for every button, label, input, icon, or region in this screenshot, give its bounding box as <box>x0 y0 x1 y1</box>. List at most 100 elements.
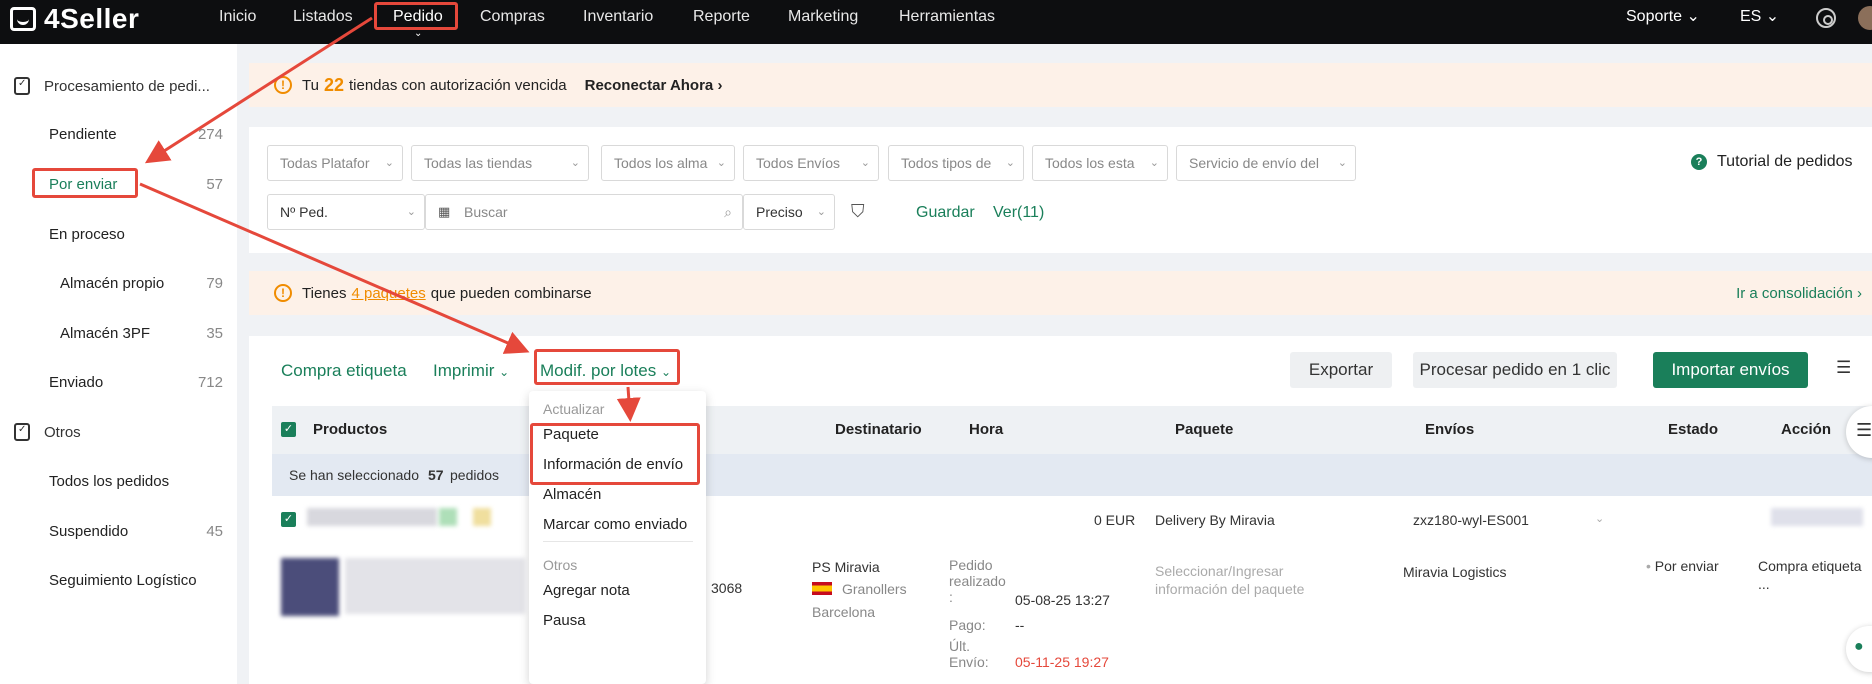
search-input[interactable]: ▦ Buscar ⌕ <box>425 194 743 230</box>
reconnect-link[interactable]: Reconectar Ahora › <box>585 77 723 94</box>
select-value: zxz180-wyl-ES001 <box>1413 512 1529 528</box>
row-more-link[interactable]: ... <box>1758 576 1770 592</box>
selected-count: 57 <box>428 467 444 483</box>
nav-compras[interactable]: Compras <box>480 0 545 34</box>
sidebar-count: 57 <box>206 176 223 193</box>
sidebar-group-otros[interactable]: Otros <box>14 423 81 441</box>
combine-banner: ! Tienes 4 paquetes que pueden combinars… <box>249 271 1872 315</box>
sidebar-item-seguimiento[interactable]: Seguimiento Logístico <box>49 572 197 589</box>
auth-expired-banner: ! Tu 22 tiendas con autorización vencida… <box>249 63 1872 107</box>
recipient-name: PS Miravia <box>812 559 880 575</box>
scan-icon: ▦ <box>438 204 451 219</box>
sidebar-item-almacen-propio[interactable]: Almacén propio <box>60 275 164 292</box>
chevron-down-icon: ⌄ <box>1337 157 1347 169</box>
gear-icon[interactable] <box>1816 8 1836 28</box>
tutorial-label: Tutorial de pedidos <box>1717 153 1853 170</box>
chevron-down-icon: ⌄ <box>1005 157 1015 169</box>
clipboard-icon <box>14 423 30 441</box>
search-icon: ⌕ <box>724 204 732 220</box>
selected-suffix: pedidos <box>450 467 500 483</box>
sidebar-item-suspendido[interactable]: Suspendido <box>49 523 128 540</box>
package-input[interactable]: Seleccionar/Ingresar información del paq… <box>1155 562 1355 598</box>
blurred-product-header <box>473 508 491 526</box>
avatar[interactable] <box>1858 6 1872 30</box>
store-select[interactable]: Todas las tiendas ⌄ <box>411 145 589 181</box>
annotation-box-por-enviar <box>32 168 138 198</box>
nav-herramientas[interactable]: Herramientas <box>899 0 995 34</box>
sidebar-count: 45 <box>206 523 223 540</box>
import-button[interactable]: Importar envíos <box>1653 352 1808 388</box>
view-button[interactable]: Ver(11) <box>993 204 1044 222</box>
select-value: Servicio de envío del <box>1189 155 1319 171</box>
bag-icon <box>10 7 36 31</box>
sidebar-item-pendiente[interactable]: Pendiente <box>49 126 117 143</box>
sidebar-item-todos[interactable]: Todos los pedidos <box>49 473 169 490</box>
shipping-select[interactable]: Todos Envíos ⌄ <box>743 145 879 181</box>
packages-link[interactable]: 4 paquetes <box>351 285 425 302</box>
consolidation-link[interactable]: Ir a consolidación › <box>1736 285 1862 302</box>
support-menu[interactable]: Soporte ⌄ <box>1626 0 1700 34</box>
row-checkbox[interactable]: ✓ <box>281 512 296 527</box>
time-value-ship: 05-11-25 19:27 <box>1015 654 1109 670</box>
sidebar-count: 712 <box>197 374 223 391</box>
warning-icon: ! <box>274 284 292 302</box>
service-select[interactable]: Servicio de envío del ⌄ <box>1176 145 1356 181</box>
time-label-order: Pedido realizado : <box>949 557 1006 605</box>
platform-select[interactable]: Todas Platafor ⌄ <box>267 145 403 181</box>
dropdown-item-almacen[interactable]: Almacén <box>543 486 601 503</box>
chevron-down-icon: ⌄ <box>1595 513 1605 525</box>
warehouse-select[interactable]: Todos los alma ⌄ <box>601 145 735 181</box>
banner-text: que pueden combinarse <box>430 284 592 302</box>
sidebar-item-almacen-3pf[interactable]: Almacén 3PF <box>60 325 150 342</box>
expired-count: 22 <box>323 74 344 95</box>
blurred-product-header <box>439 508 457 526</box>
nav-inicio[interactable]: Inicio <box>219 0 256 34</box>
search-type-select[interactable]: Nº Ped. ⌄ <box>267 194 425 230</box>
annotation-box-batch <box>534 349 680 385</box>
one-click-button[interactable]: Procesar pedido en 1 clic <box>1413 352 1617 388</box>
select-value: Preciso <box>756 204 803 220</box>
clipboard-icon <box>14 77 30 95</box>
status-select[interactable]: Todos los esta ⌄ <box>1032 145 1168 181</box>
chevron-down-icon: ⌄ <box>816 206 826 218</box>
export-button[interactable]: Exportar <box>1290 352 1392 388</box>
row-buy-label-link[interactable]: Compra etiqueta <box>1758 558 1862 574</box>
type-select[interactable]: Todos tipos de ⌄ <box>888 145 1024 181</box>
col-productos: Productos <box>313 421 388 438</box>
language-label: ES <box>1740 8 1762 25</box>
filter-icon[interactable]: ⛉ <box>851 201 865 222</box>
select-all-checkbox[interactable]: ✓ <box>281 422 296 437</box>
nav-listados[interactable]: Listados <box>293 0 353 34</box>
dropdown-divider <box>543 541 693 542</box>
col-destinatario: Destinatario <box>835 421 922 438</box>
tutorial-link[interactable]: ? Tutorial de pedidos <box>1691 153 1853 171</box>
sidebar-group-processing[interactable]: Procesamiento de pedi... <box>14 77 210 95</box>
select-value: Todos tipos de <box>901 155 992 171</box>
blurred-action <box>1771 508 1863 526</box>
sidebar-count: 79 <box>206 275 223 292</box>
dropdown-item-pausa[interactable]: Pausa <box>543 612 586 629</box>
blurred-product-header <box>307 508 437 526</box>
group-warehouse-select[interactable]: zxz180-wyl-ES001 ⌄ <box>1413 512 1604 528</box>
dropdown-item-marcar-enviado[interactable]: Marcar como enviado <box>543 516 687 533</box>
support-label: Soporte <box>1626 8 1683 25</box>
nav-inventario[interactable]: Inventario <box>583 0 653 34</box>
brand-logo[interactable]: 4Seller <box>10 3 139 35</box>
sidebar-item-enviado[interactable]: Enviado <box>49 374 103 391</box>
nav-reporte[interactable]: Reporte <box>693 0 750 34</box>
select-value: Todos los esta <box>1045 155 1135 171</box>
sidebar-item-en-proceso[interactable]: En proceso <box>49 226 125 243</box>
save-button[interactable]: Guardar <box>916 204 975 222</box>
print-menu[interactable]: Imprimir ⌄ <box>433 354 509 388</box>
dropdown-item-agregar-nota[interactable]: Agregar nota <box>543 582 630 599</box>
columns-icon[interactable]: ☰ <box>1836 358 1851 378</box>
time-label-payment: Pago: <box>949 617 986 633</box>
nav-marketing[interactable]: Marketing <box>788 0 858 34</box>
select-value: Todos los alma <box>614 155 708 171</box>
buy-label-button[interactable]: Compra etiqueta <box>281 354 407 388</box>
sidebar-count: 35 <box>206 325 223 342</box>
language-menu[interactable]: ES ⌄ <box>1740 0 1779 34</box>
banner-prefix: Tienes <box>302 284 347 302</box>
match-select[interactable]: Preciso ⌄ <box>743 194 835 230</box>
search-placeholder: Buscar <box>464 204 508 220</box>
